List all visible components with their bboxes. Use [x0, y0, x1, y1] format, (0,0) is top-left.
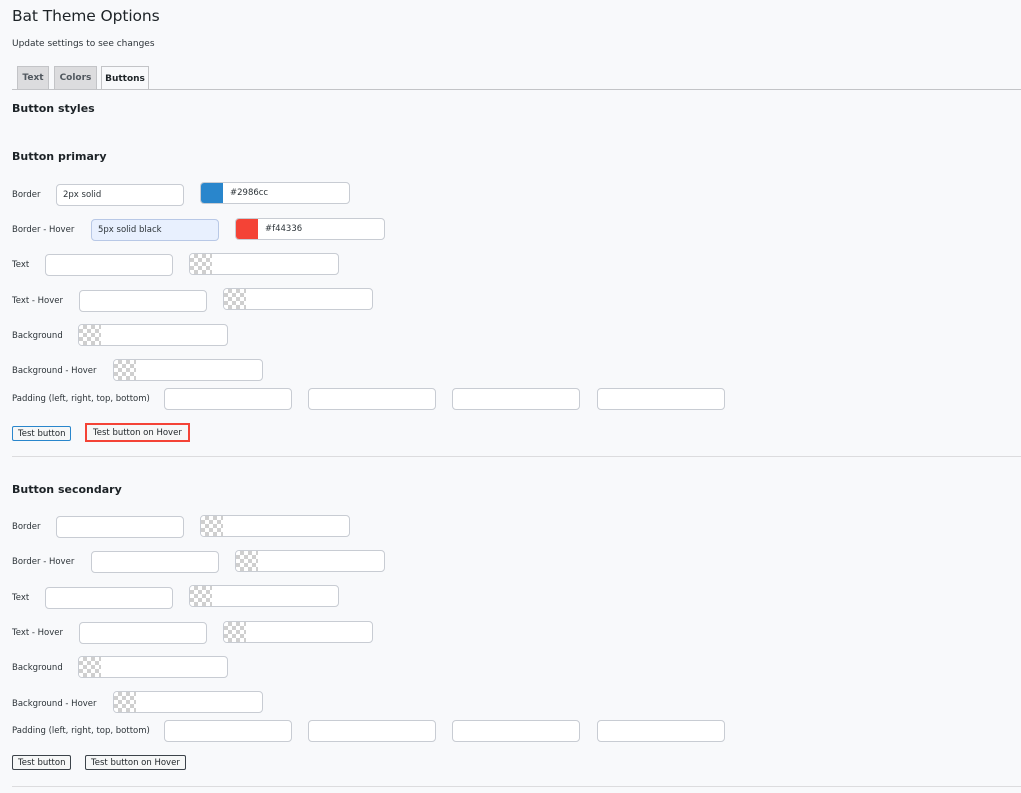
secondary-border-hover-input[interactable] [91, 551, 219, 573]
transparent-checker-icon[interactable] [224, 289, 246, 309]
primary-test-button[interactable]: Test button [12, 426, 72, 441]
secondary-border-hover-color-field[interactable] [235, 550, 385, 572]
tabs-divider [12, 89, 1021, 90]
secondary-padding-bottom-input[interactable] [597, 720, 725, 742]
secondary-test-button[interactable]: Test button [12, 755, 72, 770]
secondary-section-title: Button secondary [12, 483, 122, 496]
transparent-checker-icon[interactable] [114, 360, 136, 380]
primary-background-color-field[interactable] [78, 324, 228, 346]
secondary-background-label: Background [12, 663, 63, 673]
primary-padding-top-input[interactable] [452, 388, 580, 410]
primary-padding-right-input[interactable] [308, 388, 436, 410]
transparent-checker-icon[interactable] [236, 551, 258, 571]
primary-padding-left-input[interactable] [164, 388, 292, 410]
primary-border-hover-color-field[interactable]: #f44336 [235, 218, 385, 240]
secondary-text-input[interactable] [45, 587, 173, 609]
secondary-border-label: Border [12, 522, 41, 532]
primary-border-color-value[interactable]: #2986cc [223, 188, 268, 198]
primary-background-hover-color-field[interactable] [113, 359, 263, 381]
primary-border-label: Border [12, 190, 41, 200]
primary-background-label: Background [12, 331, 63, 341]
primary-border-hover-color-value[interactable]: #f44336 [258, 224, 302, 234]
primary-test-hover-button[interactable]: Test button on Hover [85, 423, 190, 442]
secondary-text-hover-input[interactable] [79, 622, 207, 644]
transparent-checker-icon[interactable] [79, 325, 101, 345]
transparent-checker-icon[interactable] [114, 692, 136, 712]
primary-text-label: Text [12, 260, 30, 270]
secondary-background-color-field[interactable] [78, 656, 228, 678]
primary-text-color-field[interactable] [189, 253, 339, 275]
tab-buttons[interactable]: Buttons [101, 66, 149, 90]
primary-padding-label: Padding (left, right, top, bottom) [12, 394, 150, 404]
page-subtitle: Update settings to see changes [12, 39, 155, 49]
secondary-padding-label: Padding (left, right, top, bottom) [12, 726, 150, 736]
primary-border-color-field[interactable]: #2986cc [200, 182, 350, 204]
secondary-padding-left-input[interactable] [164, 720, 292, 742]
primary-text-input[interactable] [45, 254, 173, 276]
primary-background-hover-label: Background - Hover [12, 366, 97, 376]
transparent-checker-icon[interactable] [201, 516, 223, 536]
transparent-checker-icon[interactable] [79, 657, 101, 677]
section-divider [12, 786, 1021, 787]
primary-border-hover-label: Border - Hover [12, 225, 75, 235]
secondary-test-hover-button[interactable]: Test button on Hover [85, 755, 186, 770]
tab-text[interactable]: Text [17, 66, 49, 89]
secondary-padding-right-input[interactable] [308, 720, 436, 742]
primary-section-title: Button primary [12, 150, 107, 163]
button-styles-heading: Button styles [12, 102, 95, 115]
primary-text-hover-color-field[interactable] [223, 288, 373, 310]
secondary-text-color-field[interactable] [189, 585, 339, 607]
secondary-background-hover-label: Background - Hover [12, 699, 97, 709]
secondary-text-hover-color-field[interactable] [223, 621, 373, 643]
secondary-padding-top-input[interactable] [452, 720, 580, 742]
secondary-text-label: Text [12, 593, 30, 603]
transparent-checker-icon[interactable] [190, 254, 212, 274]
secondary-border-input[interactable] [56, 516, 184, 538]
secondary-border-color-field[interactable] [200, 515, 350, 537]
primary-text-hover-label: Text - Hover [12, 296, 64, 306]
secondary-border-hover-label: Border - Hover [12, 557, 75, 567]
primary-text-hover-input[interactable] [79, 290, 207, 312]
primary-border-hover-color-swatch[interactable] [236, 219, 258, 239]
secondary-text-hover-label: Text - Hover [12, 628, 64, 638]
transparent-checker-icon[interactable] [224, 622, 246, 642]
secondary-background-hover-color-field[interactable] [113, 691, 263, 713]
transparent-checker-icon[interactable] [190, 586, 212, 606]
primary-border-hover-input[interactable]: 5px solid black [91, 219, 219, 241]
section-divider [12, 456, 1021, 457]
primary-border-input[interactable]: 2px solid [56, 184, 184, 206]
page-title: Bat Theme Options [12, 7, 160, 25]
primary-border-color-swatch[interactable] [201, 183, 223, 203]
tab-colors[interactable]: Colors [54, 66, 97, 89]
primary-padding-bottom-input[interactable] [597, 388, 725, 410]
